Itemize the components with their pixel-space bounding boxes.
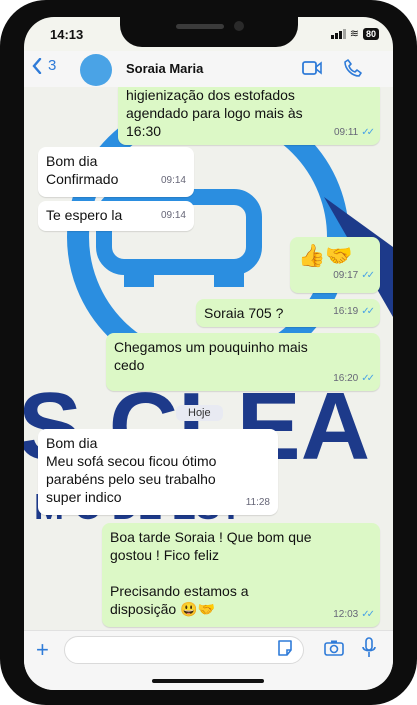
chat-header: 3 Soraia Maria	[24, 51, 393, 88]
front-camera	[234, 21, 244, 31]
read-ticks-icon: ✓✓	[361, 306, 375, 317]
message-bubble[interactable]: higienização dos estofados agendado para…	[118, 87, 380, 145]
chat-area[interactable]: S CLEA M O DE EST higienização dos estof…	[24, 87, 393, 630]
message-time: 16:19 ✓✓	[333, 303, 375, 321]
message-time: 16:20 ✓✓	[333, 370, 375, 388]
read-ticks-icon: ✓✓	[361, 609, 375, 620]
message-bubble[interactable]: 👍🤝 09:17 ✓✓	[290, 237, 380, 293]
notch	[120, 17, 298, 47]
wifi-icon: ≋	[349, 28, 359, 40]
phone-frame: 14:13 ≋ 80 3 Soraia Maria S CLEA higieni…	[0, 0, 417, 705]
day-separator: Hoje	[176, 405, 223, 421]
message-text: Bom dia Meu sofá secou ficou ótimo parab…	[46, 435, 217, 505]
video-call-icon[interactable]	[302, 60, 322, 76]
read-ticks-icon: ✓✓	[361, 373, 375, 384]
message-bubble[interactable]: Soraia 705 ? 16:19 ✓✓	[196, 299, 380, 327]
camera-icon[interactable]	[324, 640, 344, 656]
read-ticks-icon: ✓✓	[361, 270, 375, 281]
plus-icon[interactable]: +	[36, 637, 49, 663]
message-time: 09:14	[160, 210, 186, 221]
message-bubble[interactable]: Bom dia Meu sofá secou ficou ótimo parab…	[38, 429, 278, 515]
read-ticks-icon: ✓✓	[361, 127, 375, 138]
message-time: 12:03 ✓✓	[333, 606, 375, 624]
microphone-icon[interactable]	[362, 637, 376, 659]
sticker-icon[interactable]	[276, 639, 294, 657]
status-icons: ≋ 80	[330, 27, 379, 40]
message-time: 11:28	[245, 497, 270, 508]
message-time: 09:11 ✓✓	[334, 124, 375, 142]
message-time: 09:14	[160, 175, 186, 186]
back-chevron-icon	[32, 57, 42, 74]
home-indicator	[152, 679, 264, 683]
unread-count: 3	[48, 57, 57, 74]
avatar[interactable]	[80, 54, 112, 86]
message-bubble[interactable]: Boa tarde Soraia ! Que bom que gostou ! …	[102, 523, 380, 627]
compose-bar: +	[24, 630, 393, 690]
message-bubble[interactable]: Te espero la 09:14	[38, 201, 194, 231]
message-text: Boa tarde Soraia ! Que bom que gostou ! …	[110, 529, 312, 617]
message-input[interactable]	[64, 636, 304, 664]
battery-badge: 80	[362, 27, 379, 40]
message-bubble[interactable]: Bom dia Confirmado 09:14	[38, 147, 194, 197]
signal-icon	[330, 28, 346, 39]
message-time: 09:17 ✓✓	[333, 262, 375, 290]
screen: 14:13 ≋ 80 3 Soraia Maria S CLEA higieni…	[24, 17, 393, 690]
status-time: 14:13	[50, 27, 84, 42]
speaker	[176, 24, 224, 29]
back-button[interactable]: 3	[32, 57, 56, 74]
message-text: Chegamos um pouquinho mais cedo	[114, 339, 308, 373]
contact-name[interactable]: Soraia Maria	[126, 61, 203, 76]
phone-call-icon[interactable]	[344, 59, 362, 77]
message-bubble[interactable]: Chegamos um pouquinho mais cedo 16:20 ✓✓	[106, 333, 380, 391]
